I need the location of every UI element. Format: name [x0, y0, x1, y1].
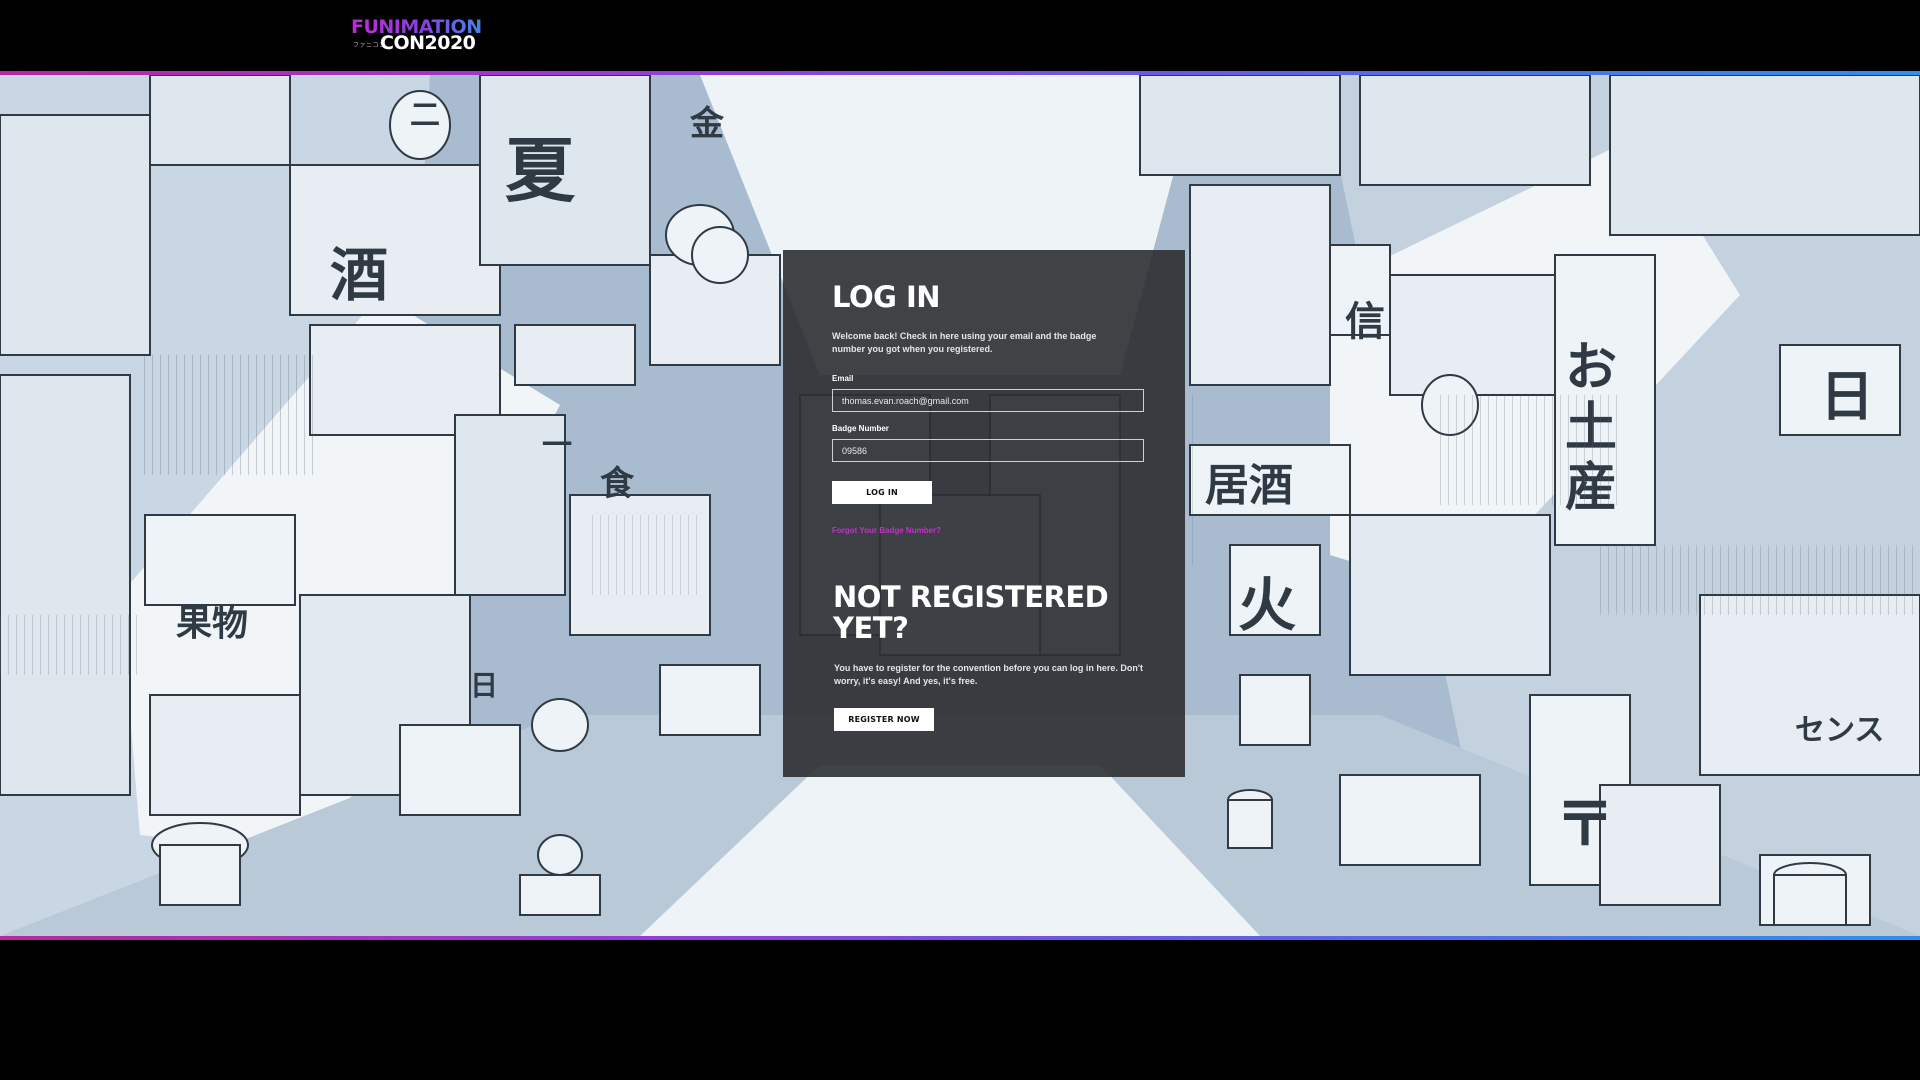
logo-con-text: CON2020 [380, 32, 476, 54]
svg-text:〒: 〒 [1555, 790, 1615, 860]
login-intro-text: Welcome back! Check in here using your e… [832, 331, 1097, 354]
svg-text:信: 信 [1345, 299, 1385, 345]
badge-number-field[interactable] [832, 439, 1144, 462]
svg-text:一: 一 [542, 428, 572, 463]
top-header: FUNIMATION ファニコン CON2020 [0, 0, 1920, 72]
email-field[interactable] [832, 389, 1144, 412]
svg-text:センス: センス [1795, 713, 1884, 748]
svg-text:お: お [1565, 338, 1617, 398]
svg-text:日: 日 [470, 669, 498, 702]
svg-text:夏: 夏 [505, 130, 576, 212]
register-now-button[interactable]: REGISTER NOW [834, 708, 934, 731]
svg-text:食: 食 [600, 464, 635, 504]
footer-area [0, 940, 1920, 1080]
login-button[interactable]: LOG IN [832, 481, 932, 504]
register-title: NOT REGISTERED YET? [833, 580, 1109, 645]
login-title: LOG IN [832, 280, 941, 314]
svg-text:酒: 酒 [330, 241, 388, 309]
register-text: You have to register for the convention … [834, 663, 1144, 686]
email-label: Email [832, 374, 854, 383]
login-panel: LOG IN Welcome back! Check in here using… [783, 250, 1185, 777]
funimation-con-logo[interactable]: FUNIMATION ファニコン CON2020 [351, 18, 482, 54]
forgot-badge-number-link[interactable]: Forgot Your Badge Number? [832, 526, 941, 535]
svg-text:火: 火 [1238, 571, 1296, 639]
svg-text:居酒: 居酒 [1205, 460, 1293, 511]
svg-text:果物: 果物 [176, 603, 248, 644]
svg-text:金: 金 [689, 104, 725, 144]
badge-number-label: Badge Number [832, 424, 889, 433]
svg-text:日: 日 [1820, 365, 1874, 428]
svg-text:二: 二 [410, 98, 440, 133]
